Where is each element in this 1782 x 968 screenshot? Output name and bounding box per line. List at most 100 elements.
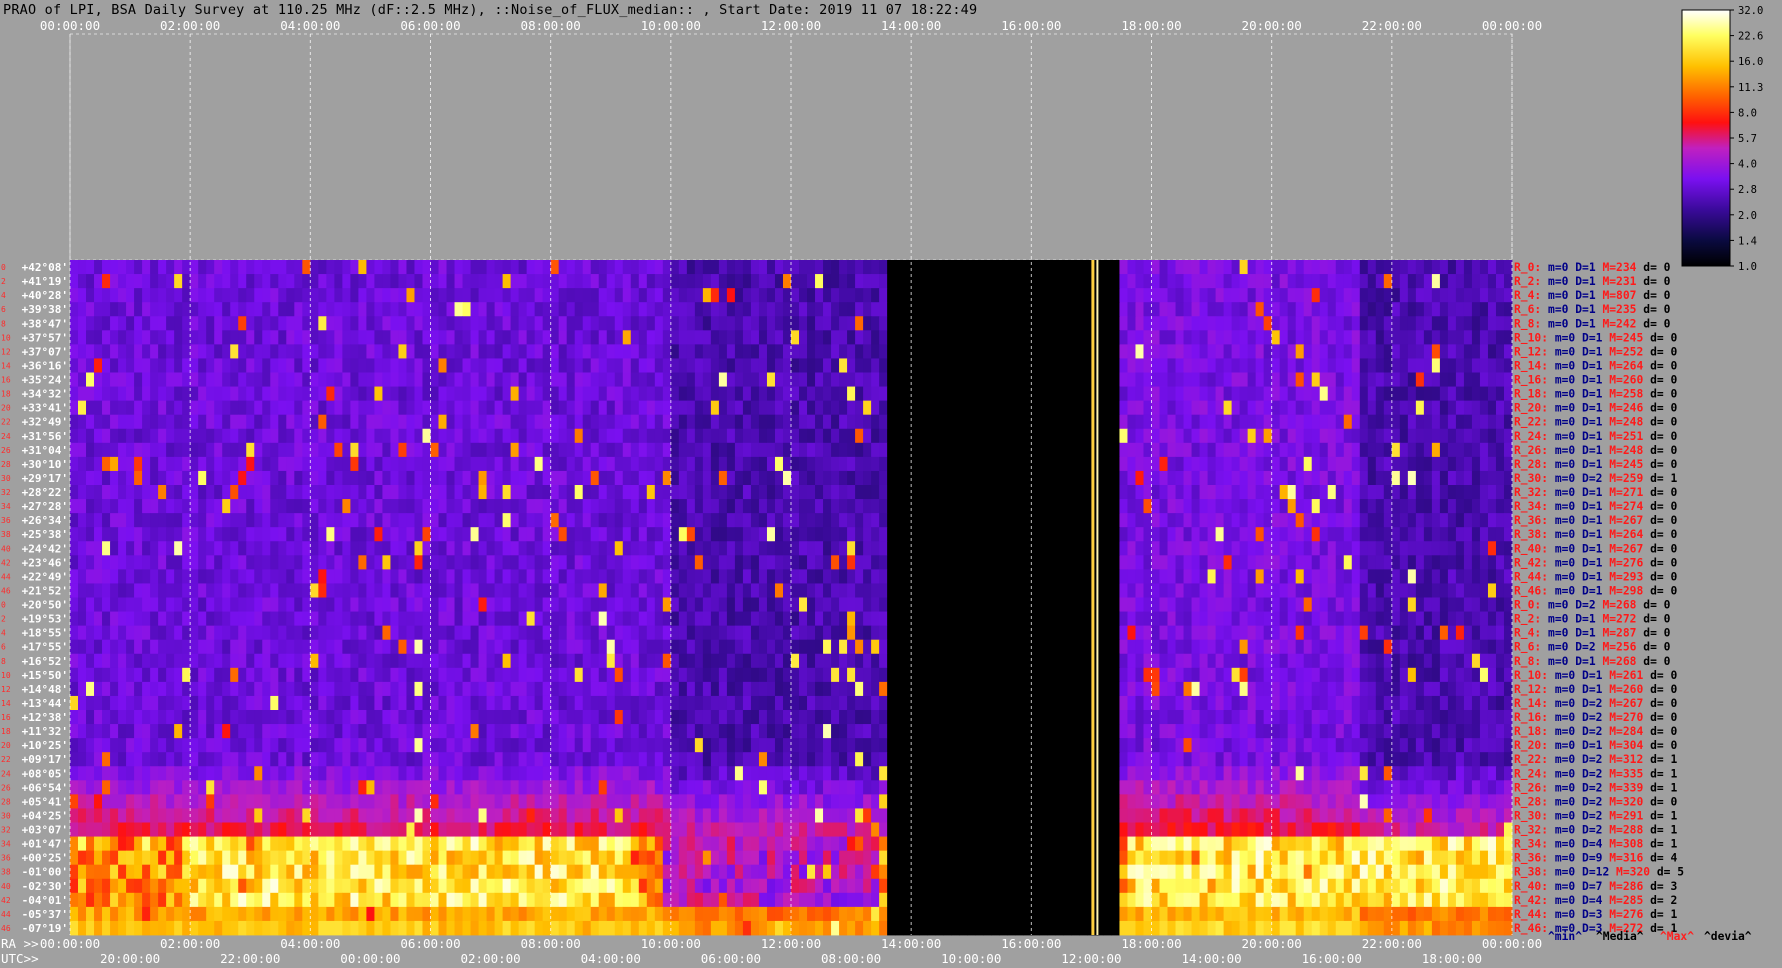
- heat-cell: [574, 400, 584, 416]
- heat-cell: [991, 400, 1000, 416]
- heat-cell: [526, 358, 536, 373]
- heat-cell: [1439, 485, 1449, 500]
- heat-cell: [903, 499, 912, 514]
- heat-cell: [678, 541, 688, 556]
- heat-cell: [1119, 513, 1128, 528]
- heat-cell: [270, 316, 279, 331]
- heat-cell: [1343, 527, 1353, 542]
- heat-cell: [182, 625, 191, 641]
- heat-cell: [614, 541, 624, 556]
- heat-cell: [182, 260, 191, 275]
- heat-cell: [863, 316, 872, 331]
- heat-cell: [1199, 288, 1208, 303]
- heat-cell: [374, 302, 383, 317]
- heat-cell: [342, 625, 351, 641]
- heat-cell: [222, 555, 231, 570]
- heat-cell: [670, 316, 680, 331]
- heat-cell: [1199, 302, 1208, 317]
- heat-cell: [1263, 302, 1273, 317]
- heat-cell: [951, 358, 960, 373]
- heat-cell: [1487, 442, 1497, 458]
- heat-cell: [855, 597, 864, 612]
- heat-cell: [422, 611, 431, 627]
- heat-cell: [438, 485, 447, 500]
- heat-cell: [959, 372, 968, 387]
- heat-cell: [1135, 541, 1144, 556]
- heat-cell: [1111, 470, 1120, 486]
- heat-cell: [214, 611, 223, 627]
- heat-cell: [1391, 330, 1401, 345]
- heat-cell: [1111, 442, 1120, 458]
- heat-cell: [654, 527, 664, 542]
- heat-cell: [310, 541, 319, 556]
- heat-cell: [1383, 499, 1393, 514]
- heat-cell: [582, 414, 592, 430]
- heat-cell: [382, 485, 391, 500]
- heat-cell: [1183, 611, 1192, 627]
- heat-cell: [951, 527, 960, 542]
- heat-cell: [214, 555, 223, 570]
- heat-cell: [871, 485, 880, 500]
- heat-cell: [782, 344, 792, 359]
- heat-cell: [486, 470, 495, 486]
- heat-cell: [174, 372, 183, 387]
- heat-cell: [1231, 400, 1241, 416]
- heat-cell: [750, 260, 760, 275]
- heat-cell: [1319, 358, 1329, 373]
- heat-cell: [1039, 386, 1048, 402]
- heat-cell: [1111, 316, 1120, 331]
- heat-cell: [286, 330, 295, 345]
- heat-cell: [871, 555, 880, 570]
- heat-cell: [670, 639, 680, 655]
- heat-cell: [1503, 372, 1513, 387]
- heat-cell: [1503, 485, 1513, 500]
- heat-cell: [1231, 330, 1241, 345]
- heat-cell: [222, 513, 231, 528]
- heat-cell: [198, 400, 207, 416]
- heat-cell: [1207, 485, 1216, 500]
- heat-cell: [742, 330, 752, 345]
- heat-cell: [494, 386, 503, 402]
- heat-cell: [358, 456, 367, 472]
- heat-cell: [1183, 555, 1192, 570]
- heat-cell: [1199, 400, 1208, 416]
- heat-cell: [686, 386, 696, 402]
- heat-cell: [839, 485, 848, 500]
- heat-cell: [871, 386, 880, 402]
- heat-cell: [694, 260, 704, 275]
- heat-cell: [118, 386, 127, 402]
- heat-cell: [782, 527, 792, 542]
- heat-cell: [1143, 330, 1152, 345]
- heat-cell: [566, 274, 576, 289]
- heat-cell: [1191, 513, 1200, 528]
- heat-cell: [943, 597, 952, 612]
- heat-cell: [1367, 470, 1377, 486]
- heat-cell: [983, 541, 992, 556]
- heat-cell: [678, 372, 688, 387]
- heat-cell: [1023, 569, 1032, 584]
- heat-cell: [1159, 428, 1168, 444]
- heat-cell: [566, 372, 576, 387]
- heat-cell: [823, 597, 832, 612]
- heat-cell: [1279, 302, 1289, 317]
- heat-cell: [951, 428, 960, 444]
- heat-cell: [750, 414, 760, 430]
- heat-cell: [927, 499, 936, 514]
- heat-cell: [542, 456, 552, 472]
- heat-cell: [342, 302, 351, 317]
- heat-cell: [630, 527, 640, 542]
- heat-cell: [1327, 274, 1337, 289]
- heat-cell: [1495, 470, 1505, 486]
- heat-cell: [766, 499, 776, 514]
- heat-cell: [398, 330, 407, 345]
- heat-cell: [190, 485, 199, 500]
- heat-cell: [406, 470, 415, 486]
- heat-cell: [1415, 485, 1425, 500]
- heat-cell: [1487, 527, 1497, 542]
- heat-cell: [895, 386, 904, 402]
- heat-cell: [86, 428, 95, 444]
- heat-cell: [1399, 597, 1409, 612]
- heat-cell: [718, 316, 728, 331]
- heat-cell: [887, 400, 896, 416]
- heat-cell: [871, 583, 880, 598]
